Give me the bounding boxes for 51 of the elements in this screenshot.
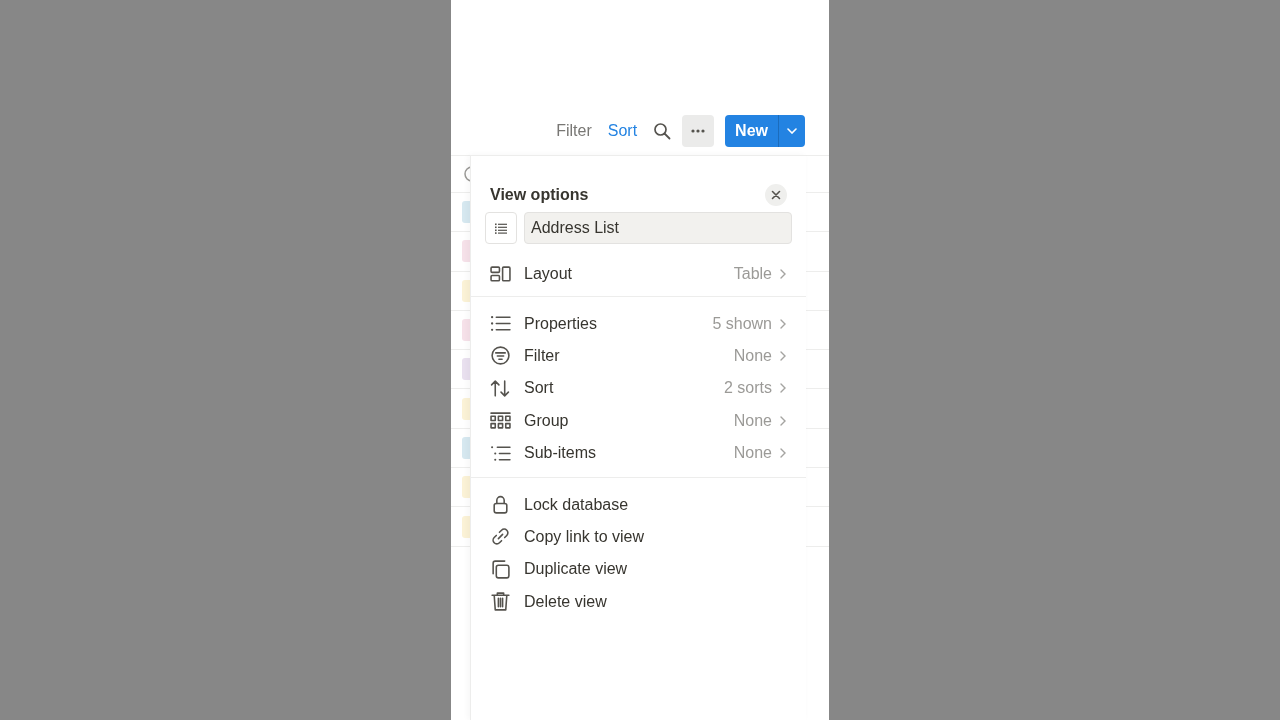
menu-item[interactable]: Lock database xyxy=(471,488,806,521)
chevron-right-icon xyxy=(780,318,786,329)
menu-item[interactable]: Filter None xyxy=(471,339,806,373)
sort-arrows-icon xyxy=(490,377,511,399)
menu-item-label: Delete view xyxy=(524,591,608,612)
chevron-right-icon xyxy=(780,415,786,426)
link-icon xyxy=(490,526,511,548)
menu-item[interactable]: Delete view xyxy=(471,585,806,618)
setting-value: 5 shown xyxy=(712,313,772,334)
menu-item-label: Sort xyxy=(524,378,555,399)
menu-item[interactable]: Sort 2 sorts xyxy=(471,372,806,405)
setting-value: None xyxy=(733,443,772,464)
chevron-right-icon xyxy=(780,448,786,459)
chevron-right-icon xyxy=(780,383,786,394)
menu-item-label: Properties xyxy=(524,313,598,334)
menu-item[interactable]: Layout Table xyxy=(471,258,806,291)
setting-value: 2 sorts xyxy=(724,378,772,399)
search-icon[interactable] xyxy=(653,122,672,140)
panel-title: View options xyxy=(490,184,589,205)
close-icon xyxy=(771,189,781,200)
menu-item[interactable]: Group None xyxy=(471,404,806,437)
layout-icon xyxy=(490,263,511,285)
menu-item-label: Layout xyxy=(524,264,574,285)
menu-item-label: Lock database xyxy=(524,494,630,515)
menu-item[interactable]: Properties 5 shown xyxy=(471,307,806,340)
view-icon-button[interactable] xyxy=(485,212,517,244)
trash-icon xyxy=(490,591,511,613)
menu-item-label: Duplicate view xyxy=(524,559,629,580)
setting-value: Table xyxy=(733,264,772,285)
sort-link[interactable]: Sort xyxy=(607,119,638,143)
filter-link[interactable]: Filter xyxy=(556,119,592,143)
menu-item-label: Group xyxy=(524,410,570,431)
copy-icon xyxy=(490,558,511,580)
menu-item-label: Sub-items xyxy=(524,443,598,464)
lock-icon xyxy=(490,494,511,516)
menu-item[interactable]: Duplicate view xyxy=(471,553,806,586)
setting-value: None xyxy=(733,345,772,366)
chevron-right-icon xyxy=(780,350,786,361)
filter-icon xyxy=(490,345,511,367)
close-button[interactable] xyxy=(765,183,787,206)
menu-item[interactable]: Copy link to view xyxy=(471,520,806,554)
chevron-down-icon xyxy=(787,128,797,134)
more-icon xyxy=(691,129,706,133)
menu-item[interactable]: Sub-items None xyxy=(471,436,806,470)
grid-icon xyxy=(490,410,511,432)
view-name-field[interactable]: Address List xyxy=(524,212,792,244)
menu-item-label: Filter xyxy=(524,345,561,366)
menu-item-label: Copy link to view xyxy=(524,526,646,547)
chevron-right-icon xyxy=(780,269,786,280)
setting-value: None xyxy=(733,410,772,431)
list-icon xyxy=(495,222,507,234)
